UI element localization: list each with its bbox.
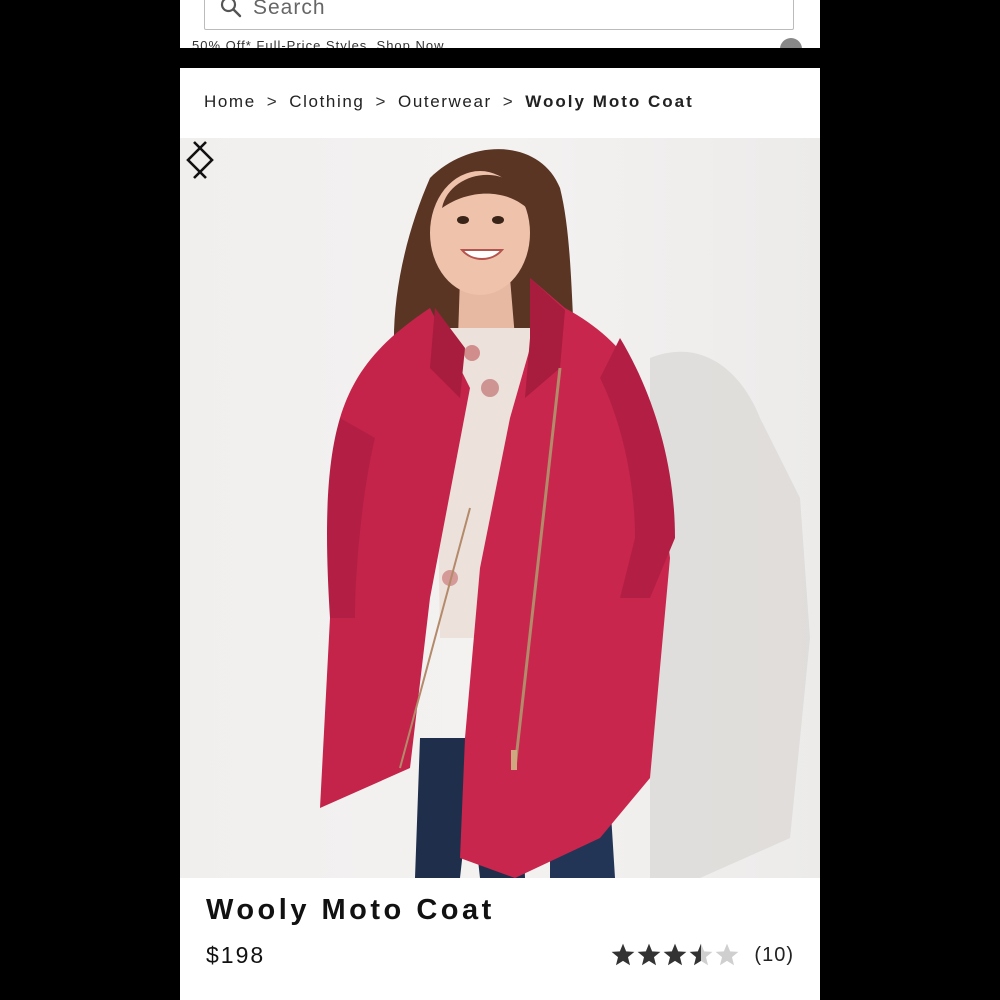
breadcrumb-separator: > [502, 92, 515, 111]
product-rating[interactable]: (10) [610, 942, 794, 968]
search-icon[interactable] [219, 0, 243, 19]
search-bar[interactable] [204, 0, 794, 30]
star-icon [716, 943, 739, 966]
breadcrumb: Home > Clothing > Outerwear > Wooly Moto Coat [204, 92, 694, 112]
product-price: $198 [206, 942, 266, 968]
search-input[interactable] [253, 0, 753, 23]
star-icon [612, 943, 635, 966]
breadcrumb-outerwear[interactable]: Outerwear [398, 92, 492, 111]
product-photo [320, 149, 810, 878]
promo-banner[interactable]: 50% Off* Full-Price Styles. Shop Now [180, 34, 820, 48]
product-page: Home > Clothing > Outerwear > Wooly Moto Coat [180, 68, 820, 1000]
breadcrumb-separator: > [266, 92, 279, 111]
star-icon [638, 943, 661, 966]
review-count[interactable]: (10) [754, 944, 794, 967]
site-header: 50% Off* Full-Price Styles. Shop Now [180, 0, 820, 48]
breadcrumb-home[interactable]: Home [204, 92, 256, 111]
product-title: Wooly Moto Coat [206, 894, 495, 926]
breadcrumb-clothing[interactable]: Clothing [289, 92, 364, 111]
rating-stars[interactable] [610, 942, 740, 968]
breadcrumb-current: Wooly Moto Coat [525, 92, 694, 111]
breadcrumb-separator: > [375, 92, 387, 111]
chevron-right-icon[interactable] [180, 138, 220, 182]
mobile-viewport: 50% Off* Full-Price Styles. Shop Now Hom… [180, 0, 820, 1000]
star-icon [664, 943, 687, 966]
star-icon [690, 943, 713, 966]
promo-text[interactable]: 50% Off* Full-Price Styles. Shop Now [192, 38, 445, 48]
info-icon[interactable] [780, 38, 802, 48]
product-image-carousel[interactable] [180, 138, 820, 878]
